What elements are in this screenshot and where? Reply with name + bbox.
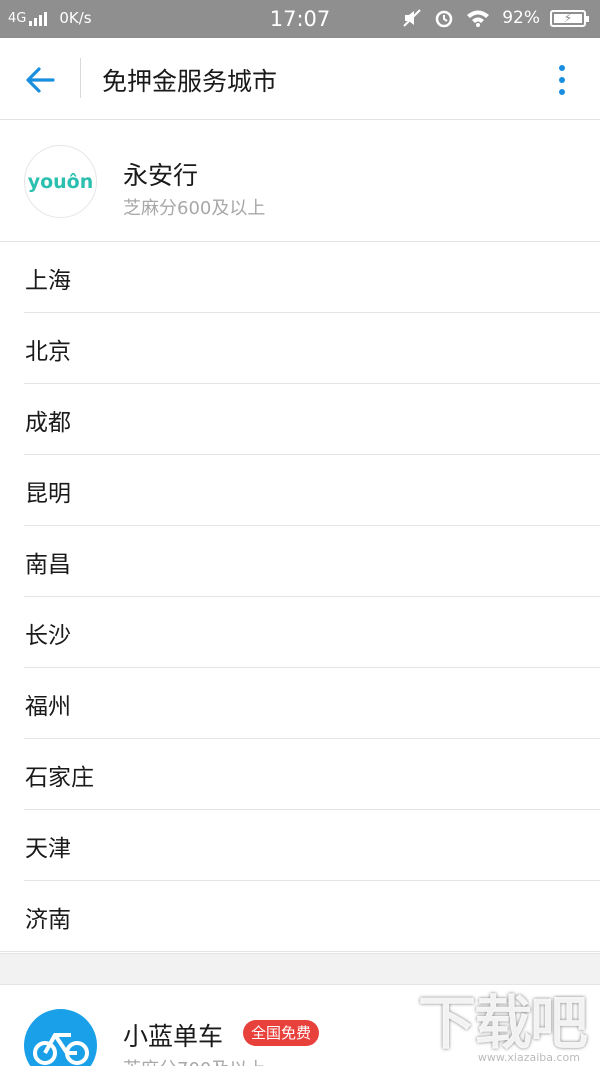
app-header: 免押金服务城市 xyxy=(0,38,600,120)
city-item: 长沙 xyxy=(0,597,600,668)
free-nationwide-badge: 全国免费 xyxy=(243,1020,320,1046)
city-item: 成都 xyxy=(0,384,600,455)
city-item: 福州 xyxy=(0,668,600,739)
city-item: 南昌 xyxy=(0,526,600,597)
status-right: 92% ⚡ xyxy=(390,8,589,28)
status-bar: 4G 0K/s 17:07 92% ⚡ xyxy=(0,0,600,38)
provider-requirement: 芝麻分600及以上 xyxy=(123,198,266,219)
city-item: 上海 xyxy=(0,242,600,313)
watermark: 下载吧 www.xiazaiba.com xyxy=(417,976,588,1064)
city-item: 北京 xyxy=(0,313,600,384)
alarm-icon xyxy=(434,8,454,28)
battery-percent: 92% xyxy=(502,8,540,28)
more-options-button[interactable] xyxy=(546,60,578,100)
youon-logo: youôn xyxy=(24,145,97,218)
dot-icon xyxy=(559,89,565,95)
provider-name: 小蓝单车 xyxy=(123,1022,224,1051)
city-item: 天津 xyxy=(0,810,600,881)
wifi-icon xyxy=(466,9,490,27)
page-title: 免押金服务城市 xyxy=(102,67,278,96)
battery-icon: ⚡ xyxy=(550,9,589,27)
city-item: 昆明 xyxy=(0,455,600,526)
bicycle-icon xyxy=(24,1009,97,1066)
provider-name: 永安行 xyxy=(123,161,199,190)
city-item: 石家庄 xyxy=(0,739,600,810)
city-item: 济南 xyxy=(0,881,600,952)
provider-requirement: 芝麻分700及以上 xyxy=(123,1055,265,1066)
watermark-text: 下载吧 xyxy=(417,989,588,1057)
mute-icon xyxy=(402,8,422,28)
header-divider xyxy=(80,58,81,98)
back-button[interactable] xyxy=(20,60,60,100)
city-list: 上海 北京 成都 昆明 南昌 长沙 福州 石家庄 天津 济南 xyxy=(0,242,600,952)
dot-icon xyxy=(559,65,565,71)
dot-icon xyxy=(559,77,565,83)
arrow-left-icon xyxy=(26,67,55,93)
provider-header-youon: youôn 永安行 芝麻分600及以上 xyxy=(0,120,600,242)
watermark-url: www.xiazaiba.com xyxy=(477,1051,580,1064)
